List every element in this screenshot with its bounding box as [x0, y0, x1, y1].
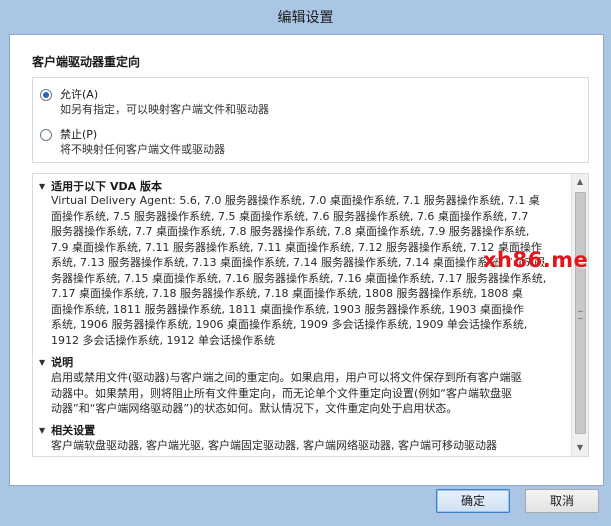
vertical-scrollbar[interactable]: ▲ ▼	[571, 174, 588, 456]
collapse-arrow-icon[interactable]: ▼	[39, 358, 45, 367]
cancel-button[interactable]: 取消	[525, 489, 599, 513]
collapse-arrow-icon[interactable]: ▼	[39, 182, 45, 191]
radio-allow-label: 允许(A)	[60, 88, 99, 101]
related-text: 客户端软盘驱动器, 客户端光驱, 客户端固定驱动器, 客户端网络驱动器, 客户端…	[51, 438, 571, 454]
applies-line: 面操作系统, 7.5 服务器操作系统, 7.5 桌面操作系统, 7.6 服务器操…	[51, 209, 529, 223]
description-text: 启用或禁用文件(驱动器)与客户端之间的重定向。如果启用，用户可以将文件保存到所有…	[51, 370, 571, 417]
applies-line: Virtual Delivery Agent: 5.6, 7.0 服务器操作系统…	[51, 194, 540, 207]
applies-header[interactable]: ▼ 适用于以下 VDA 版本	[39, 178, 162, 194]
description-line: 启用或禁用文件(驱动器)与客户端之间的重定向。如果启用，用户可以将文件保存到所有…	[51, 371, 522, 384]
setting-title: 客户端驱动器重定向	[32, 55, 141, 69]
description-line: 动器中。如果禁用，则将阻止所有文件重定向，而无论单个文件重定向设置(例如“客户端…	[51, 386, 512, 400]
radio-prohibit[interactable]	[40, 129, 52, 141]
applies-line: 系统, 1906 服务器操作系统, 1906 桌面操作系统, 1909 多会话操…	[51, 318, 528, 331]
dialog-title: 编辑设置	[277, 10, 334, 26]
collapse-arrow-icon[interactable]: ▼	[39, 426, 45, 435]
applies-line: 1912 多会话操作系统, 1912 单会话操作系统	[51, 333, 275, 347]
applies-line: 务器操作系统, 7.15 桌面操作系统, 7.16 服务器操作系统, 7.16 …	[51, 271, 547, 285]
related-title: 相关设置	[51, 424, 96, 437]
description-line: 动器”和“客户端网络驱动器”)的状态如何。默认情况下，文件重定向处于启用状态。	[51, 402, 458, 415]
radio-option-allow[interactable]: 允许(A) 如另有指定，可以映射客户端文件和驱动器	[40, 87, 269, 117]
applies-line: 7.17 桌面操作系统, 7.18 服务器操作系统, 7.18 桌面操作系统, …	[51, 287, 523, 300]
grip-icon	[578, 311, 583, 319]
info-panel: ▼ 适用于以下 VDA 版本 Virtual Delivery Agent: 5…	[32, 173, 589, 457]
radio-option-prohibit[interactable]: 禁止(P) 将不映射任何客户端文件或驱动器	[40, 127, 225, 157]
applies-line: 面操作系统, 1811 服务器操作系统, 1811 桌面操作系统, 1903 服…	[51, 302, 524, 316]
radio-allow-desc: 如另有指定，可以映射客户端文件和驱动器	[60, 103, 269, 116]
scroll-down-icon[interactable]: ▼	[572, 440, 588, 456]
scroll-up-icon[interactable]: ▲	[572, 174, 588, 190]
description-title: 说明	[51, 356, 74, 369]
description-header[interactable]: ▼ 说明	[39, 354, 73, 370]
ok-button[interactable]: 确定	[436, 489, 510, 513]
related-header[interactable]: ▼ 相关设置	[39, 422, 95, 438]
applies-title: 适用于以下 VDA 版本	[51, 180, 162, 193]
applies-line: 服务器操作系统, 7.7 桌面操作系统, 7.8 服务器操作系统, 7.8 桌面…	[51, 225, 530, 238]
title-bar[interactable]: 编辑设置	[0, 0, 611, 33]
radio-prohibit-desc: 将不映射任何客户端文件或驱动器	[60, 143, 225, 156]
edit-settings-dialog: 编辑设置 客户端驱动器重定向 允许(A) 如另有指定，可以映射客户端文件和驱动器…	[0, 0, 611, 526]
radio-group: 允许(A) 如另有指定，可以映射客户端文件和驱动器 禁止(P) 将不映射任何客户…	[32, 77, 589, 163]
radio-prohibit-label: 禁止(P)	[60, 128, 98, 141]
watermark: xh86.me	[483, 248, 589, 272]
radio-allow[interactable]	[40, 89, 52, 101]
info-scroll-area: ▼ 适用于以下 VDA 版本 Virtual Delivery Agent: 5…	[33, 174, 571, 456]
scroll-thumb[interactable]	[575, 192, 586, 434]
related-line: 客户端软盘驱动器, 客户端光驱, 客户端固定驱动器, 客户端网络驱动器, 客户端…	[51, 439, 497, 452]
